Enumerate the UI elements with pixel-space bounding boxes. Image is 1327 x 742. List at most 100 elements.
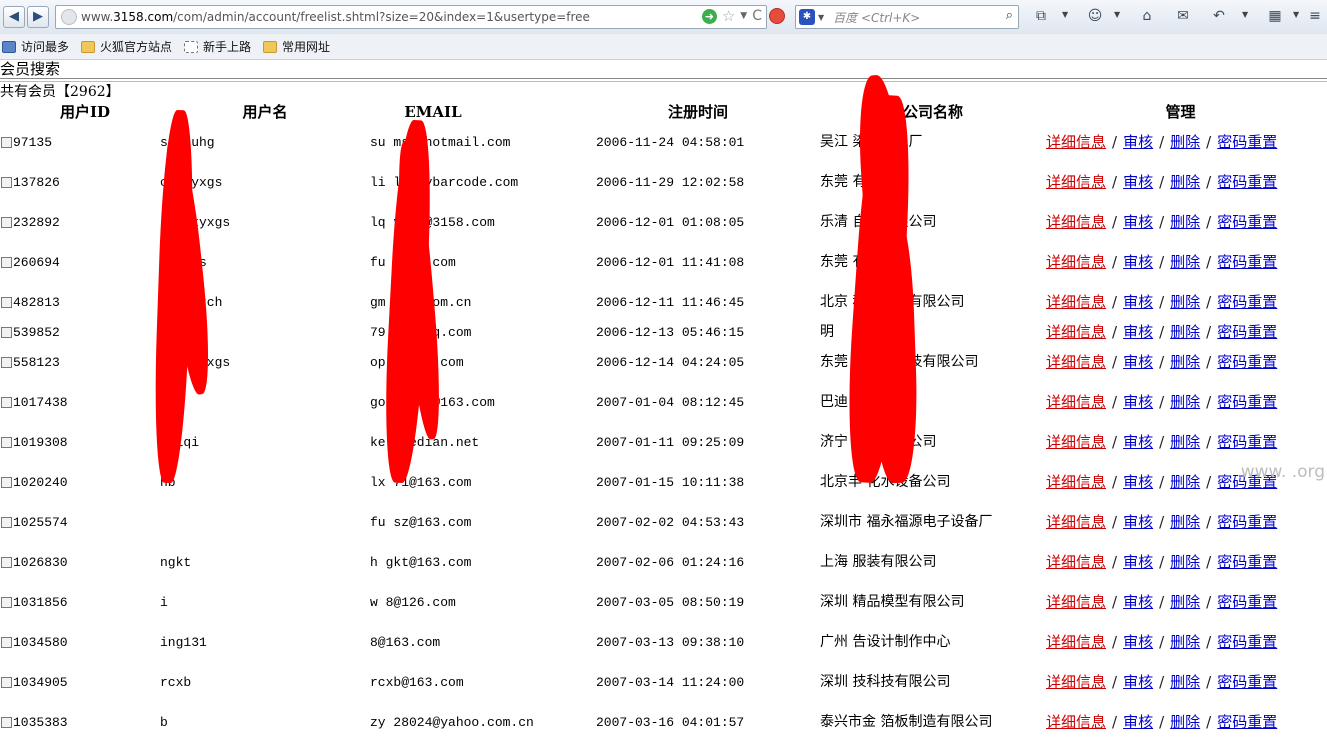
audit-link[interactable]: 审核: [1123, 323, 1153, 341]
delete-link[interactable]: 删除: [1170, 713, 1200, 731]
detail-link[interactable]: 详细信息: [1046, 353, 1106, 371]
bookmark-firefox-site[interactable]: 火狐官方站点: [81, 38, 172, 55]
address-text[interactable]: www.3158.com/com/admin/account/freelist.…: [81, 10, 590, 24]
delete-link[interactable]: 删除: [1170, 133, 1200, 151]
audit-link[interactable]: 审核: [1123, 213, 1153, 231]
bookmark-star-icon[interactable]: ☆: [722, 8, 735, 24]
reset-password-link[interactable]: 密码重置: [1217, 213, 1277, 231]
reset-password-link[interactable]: 密码重置: [1217, 433, 1277, 451]
audit-link[interactable]: 审核: [1123, 673, 1153, 691]
delete-link[interactable]: 删除: [1170, 593, 1200, 611]
detail-link[interactable]: 详细信息: [1046, 173, 1106, 191]
row-checkbox[interactable]: [1, 556, 12, 568]
send-link-dropdown-icon[interactable]: ▼: [1242, 10, 1248, 19]
reset-password-link[interactable]: 密码重置: [1217, 253, 1277, 271]
audit-link[interactable]: 审核: [1123, 553, 1153, 571]
go-icon[interactable]: ➜: [701, 8, 717, 24]
detail-link[interactable]: 详细信息: [1046, 553, 1106, 571]
row-checkbox[interactable]: [1, 516, 12, 528]
reset-password-link[interactable]: 密码重置: [1217, 553, 1277, 571]
detail-link[interactable]: 详细信息: [1046, 593, 1106, 611]
delete-link[interactable]: 删除: [1170, 293, 1200, 311]
row-checkbox[interactable]: [1, 476, 12, 488]
search-icon[interactable]: ⌕: [1006, 8, 1013, 23]
audit-link[interactable]: 审核: [1123, 253, 1153, 271]
detail-link[interactable]: 详细信息: [1046, 433, 1106, 451]
delete-link[interactable]: 删除: [1170, 353, 1200, 371]
audit-link[interactable]: 审核: [1123, 353, 1153, 371]
search-bar[interactable]: ✱ ▼ 百度 <Ctrl+K> ⌕: [795, 5, 1019, 29]
row-checkbox[interactable]: [1, 636, 12, 648]
audit-link[interactable]: 审核: [1123, 593, 1153, 611]
row-checkbox[interactable]: [1, 716, 12, 728]
delete-link[interactable]: 删除: [1170, 393, 1200, 411]
detail-link[interactable]: 详细信息: [1046, 393, 1106, 411]
search-input[interactable]: 百度 <Ctrl+K>: [833, 9, 920, 26]
reset-password-link[interactable]: 密码重置: [1217, 633, 1277, 651]
detail-link[interactable]: 详细信息: [1046, 513, 1106, 531]
reset-password-link[interactable]: 密码重置: [1217, 673, 1277, 691]
row-checkbox[interactable]: [1, 296, 12, 308]
detail-link[interactable]: 详细信息: [1046, 293, 1106, 311]
bookmark-getting-started[interactable]: 新手上路: [184, 38, 251, 55]
bookmark-most-visited[interactable]: 访问最多: [2, 38, 69, 55]
reset-password-link[interactable]: 密码重置: [1217, 353, 1277, 371]
reset-password-link[interactable]: 密码重置: [1217, 593, 1277, 611]
row-checkbox[interactable]: [1, 326, 12, 338]
menu-icon[interactable]: ≡: [1306, 7, 1324, 25]
delete-link[interactable]: 删除: [1170, 513, 1200, 531]
audit-link[interactable]: 审核: [1123, 473, 1153, 491]
detail-link[interactable]: 详细信息: [1046, 473, 1106, 491]
engine-dropdown-icon[interactable]: ▼: [818, 13, 824, 22]
audit-link[interactable]: 审核: [1123, 633, 1153, 651]
reset-password-link[interactable]: 密码重置: [1217, 513, 1277, 531]
delete-link[interactable]: 删除: [1170, 633, 1200, 651]
delete-link[interactable]: 删除: [1170, 673, 1200, 691]
smiley-dropdown-icon[interactable]: ▼: [1114, 10, 1120, 19]
row-checkbox[interactable]: [1, 436, 12, 448]
delete-link[interactable]: 删除: [1170, 473, 1200, 491]
screenshot-dropdown-icon[interactable]: ▼: [1062, 10, 1068, 19]
row-checkbox[interactable]: [1, 596, 12, 608]
delete-link[interactable]: 删除: [1170, 553, 1200, 571]
baidu-engine-icon[interactable]: ✱: [799, 9, 815, 25]
delete-link[interactable]: 删除: [1170, 213, 1200, 231]
detail-link[interactable]: 详细信息: [1046, 633, 1106, 651]
row-checkbox[interactable]: [1, 136, 12, 148]
delete-link[interactable]: 删除: [1170, 253, 1200, 271]
audit-link[interactable]: 审核: [1123, 133, 1153, 151]
reset-password-link[interactable]: 密码重置: [1217, 133, 1277, 151]
reset-password-link[interactable]: 密码重置: [1217, 173, 1277, 191]
detail-link[interactable]: 详细信息: [1046, 323, 1106, 341]
row-checkbox[interactable]: [1, 256, 12, 268]
row-checkbox[interactable]: [1, 676, 12, 688]
windows-dropdown-icon[interactable]: ▼: [1293, 10, 1299, 19]
stop-icon[interactable]: [769, 8, 785, 24]
audit-link[interactable]: 审核: [1123, 173, 1153, 191]
row-checkbox[interactable]: [1, 356, 12, 368]
send-link-icon[interactable]: ↶: [1210, 7, 1228, 25]
row-checkbox[interactable]: [1, 216, 12, 228]
back-button[interactable]: ◀: [3, 6, 25, 28]
screenshot-icon[interactable]: ⧉: [1032, 7, 1050, 25]
bookmark-common-sites[interactable]: 常用网址: [263, 38, 330, 55]
home-icon[interactable]: ⌂: [1138, 7, 1156, 25]
audit-link[interactable]: 审核: [1123, 433, 1153, 451]
audit-link[interactable]: 审核: [1123, 713, 1153, 731]
address-bar[interactable]: www.3158.com/com/admin/account/freelist.…: [55, 5, 767, 29]
reset-password-link[interactable]: 密码重置: [1217, 293, 1277, 311]
detail-link[interactable]: 详细信息: [1046, 133, 1106, 151]
audit-link[interactable]: 审核: [1123, 513, 1153, 531]
detail-link[interactable]: 详细信息: [1046, 713, 1106, 731]
row-checkbox[interactable]: [1, 176, 12, 188]
reset-password-link[interactable]: 密码重置: [1217, 323, 1277, 341]
reload-icon[interactable]: C: [752, 8, 762, 24]
forward-button[interactable]: ▶: [27, 6, 49, 28]
history-dropdown-icon[interactable]: ▼: [740, 11, 747, 21]
delete-link[interactable]: 删除: [1170, 433, 1200, 451]
windows-icon[interactable]: ▦: [1266, 7, 1284, 25]
detail-link[interactable]: 详细信息: [1046, 673, 1106, 691]
row-checkbox[interactable]: [1, 396, 12, 408]
delete-link[interactable]: 删除: [1170, 173, 1200, 191]
site-identity-icon[interactable]: [61, 9, 77, 25]
